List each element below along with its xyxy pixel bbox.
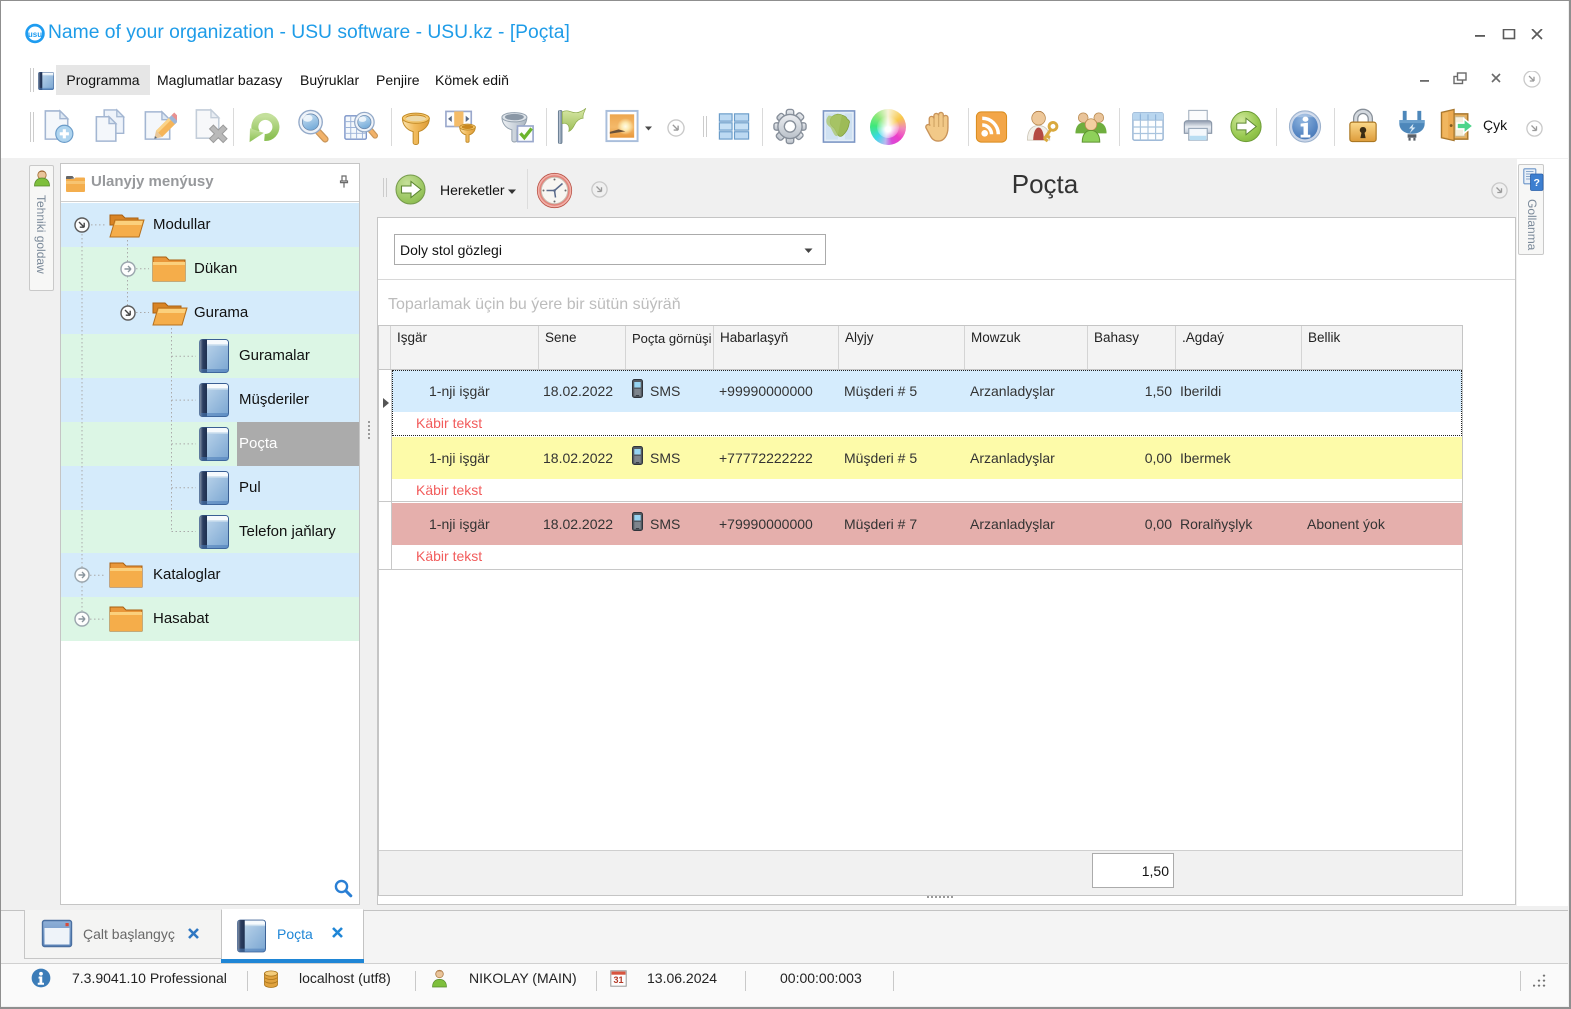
svg-text:?: ? (1533, 177, 1539, 189)
svg-text:31: 31 (613, 975, 623, 985)
svg-text:usu: usu (28, 30, 42, 39)
